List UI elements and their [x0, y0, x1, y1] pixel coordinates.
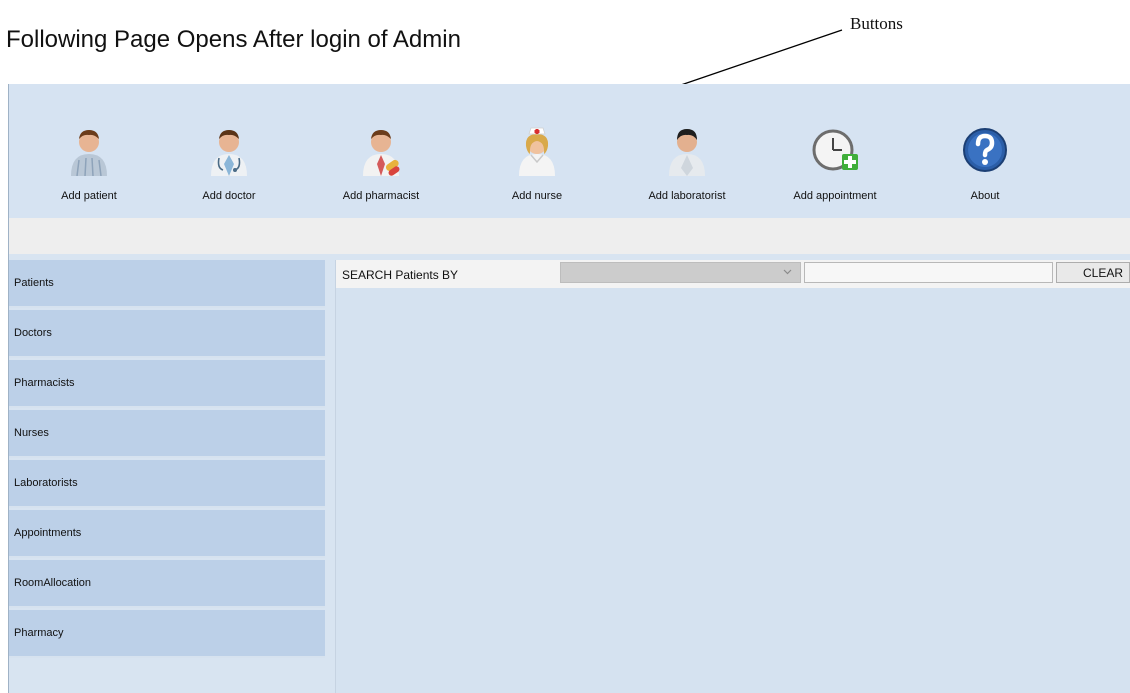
sidebar-item-nurses[interactable]: Nurses [9, 410, 325, 458]
sidebar: Patients Doctors Pharmacists Nurses Labo… [9, 260, 327, 693]
about-button[interactable]: About [933, 124, 1037, 214]
sidebar-item-label: Pharmacy [14, 627, 64, 639]
content-panel: SEARCH Patients BY CLEAR [335, 260, 1130, 693]
patient-icon [71, 130, 107, 176]
sidebar-item-appointments[interactable]: Appointments [9, 510, 325, 558]
page-title: Following Page Opens After login of Admi… [6, 26, 461, 53]
clear-button[interactable]: CLEAR [1056, 262, 1130, 283]
pharmacist-icon [363, 130, 400, 176]
add-patient-label: Add patient [61, 190, 117, 202]
sidebar-item-pharmacists[interactable]: Pharmacists [9, 360, 325, 408]
sidebar-item-label: Doctors [14, 327, 52, 339]
add-nurse-button[interactable]: Add nurse [485, 124, 589, 214]
sidebar-item-laboratorists[interactable]: Laboratorists [9, 460, 325, 508]
sidebar-item-roomallocation[interactable]: RoomAllocation [9, 560, 325, 608]
sidebar-item-label: Patients [14, 277, 54, 289]
add-laboratorist-button[interactable]: Add laboratorist [629, 124, 745, 214]
sidebar-item-doctors[interactable]: Doctors [9, 310, 325, 358]
sidebar-item-patients[interactable]: Patients [9, 260, 325, 308]
sidebar-item-label: Appointments [14, 527, 82, 539]
add-appointment-button[interactable]: Add appointment [775, 124, 895, 214]
add-doctor-label: Add doctor [202, 190, 256, 202]
add-patient-button[interactable]: Add patient [37, 124, 141, 214]
sidebar-item-label: Nurses [14, 427, 49, 439]
doctor-icon [211, 130, 247, 176]
add-appointment-label: Add appointment [793, 190, 877, 202]
separator-strip [9, 218, 1130, 254]
sidebar-item-pharmacy[interactable]: Pharmacy [9, 610, 325, 658]
nurse-icon [519, 127, 555, 176]
about-label: About [970, 190, 1000, 202]
chevron-down-icon [783, 269, 792, 275]
sidebar-item-label: Laboratorists [14, 477, 78, 489]
add-pharmacist-label: Add pharmacist [342, 190, 420, 202]
search-by-dropdown[interactable] [560, 262, 801, 283]
callout-label: Buttons [850, 14, 903, 33]
help-icon [963, 128, 1007, 172]
search-bar: SEARCH Patients BY CLEAR [336, 260, 1130, 288]
laboratorist-icon [669, 129, 705, 176]
sidebar-item-label: RoomAllocation [14, 577, 92, 589]
toolbar: Add patient Add doctor Add pharmacist Ad… [9, 84, 1130, 218]
app-window: Add patient Add doctor Add pharmacist Ad… [8, 84, 1130, 693]
clock-add-icon [812, 129, 858, 171]
add-nurse-label: Add nurse [511, 190, 563, 202]
search-label: SEARCH Patients BY [342, 268, 459, 282]
add-pharmacist-button[interactable]: Add pharmacist [321, 124, 441, 214]
add-doctor-button[interactable]: Add doctor [177, 124, 281, 214]
sidebar-item-label: Pharmacists [14, 377, 75, 389]
search-input[interactable] [804, 262, 1053, 283]
add-laboratorist-label: Add laboratorist [648, 190, 726, 202]
